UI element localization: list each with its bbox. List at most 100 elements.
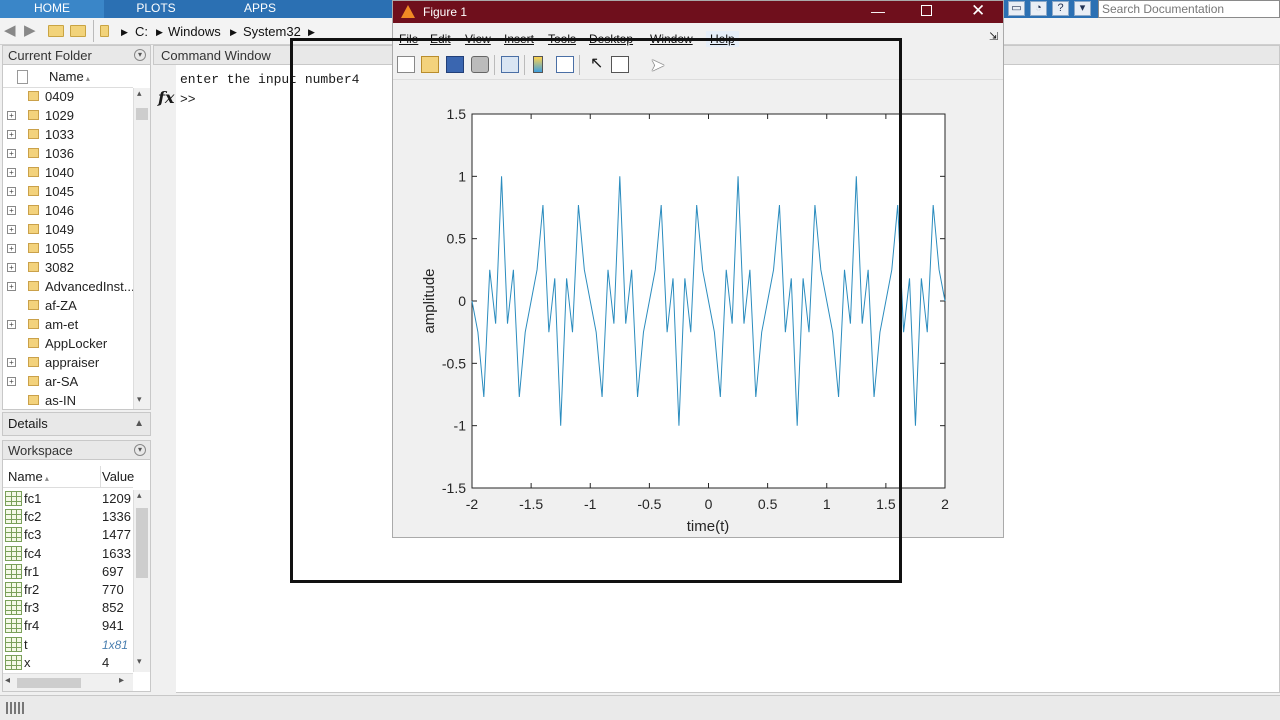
value-column-header[interactable]: Value: [102, 469, 134, 484]
folder-row[interactable]: + ar-SA: [3, 372, 133, 391]
workspace-row[interactable]: fr3 852: [3, 599, 133, 617]
ws-name-col: Name: [8, 469, 43, 484]
expand-plus-icon[interactable]: +: [7, 225, 16, 234]
workspace-title-text: Workspace: [8, 443, 73, 458]
workspace-row[interactable]: fr1 697: [3, 563, 133, 581]
command-prompt[interactable]: >>: [180, 92, 196, 108]
workspace-row[interactable]: x4: [3, 654, 133, 672]
folder-icon: [28, 148, 39, 158]
name-column-label[interactable]: Name ▴: [49, 69, 90, 87]
help-icon[interactable]: ?: [1052, 1, 1069, 16]
folder-row[interactable]: +1045: [3, 182, 133, 201]
window-layout-icon[interactable]: ▭: [1008, 1, 1025, 16]
community-icon[interactable]: ◔: [1030, 1, 1047, 16]
tab-plots[interactable]: PLOTS: [104, 0, 208, 18]
folder-column-header[interactable]: Name ▴: [3, 66, 133, 88]
folder-row[interactable]: +1033: [3, 125, 133, 144]
hscroll-thumb[interactable]: [17, 678, 81, 688]
dock-arrow-icon[interactable]: ⇲: [989, 30, 998, 43]
forward-arrow-icon[interactable]: ▶: [24, 22, 36, 40]
folder-row[interactable]: +1036: [3, 144, 133, 163]
scroll-thumb[interactable]: [136, 108, 148, 120]
expand-plus-icon[interactable]: +: [7, 168, 16, 177]
panel-menu-icon[interactable]: ▾: [134, 49, 146, 61]
expand-plus-icon[interactable]: +: [7, 187, 16, 196]
folder-row[interactable]: +1046: [3, 201, 133, 220]
variable-icon: [5, 491, 22, 506]
folder-row[interactable]: + am-et: [3, 315, 133, 334]
up-folder-icon[interactable]: [48, 25, 64, 37]
folder-row[interactable]: +3082: [3, 258, 133, 277]
panel-menu-icon[interactable]: ▾: [134, 444, 146, 456]
breadcrumb-windows[interactable]: Windows: [168, 24, 221, 40]
scroll-down-icon[interactable]: ▾: [137, 656, 142, 667]
fx-function-browser-icon[interactable]: fx: [158, 88, 174, 107]
breadcrumb-drive[interactable]: C:: [135, 24, 148, 40]
expand-plus-icon[interactable]: +: [7, 206, 16, 215]
folder-name: 1046: [45, 203, 74, 218]
divider: [100, 466, 101, 488]
expand-plus-icon[interactable]: +: [7, 244, 16, 253]
folder-name: AppLocker: [45, 336, 108, 351]
workspace-row[interactable]: fc2 1336: [3, 508, 133, 526]
workspace-row[interactable]: fc1 1209: [3, 490, 133, 508]
search-documentation-input[interactable]: Search Documentation: [1098, 0, 1280, 18]
name-column-header[interactable]: Name ▴: [8, 469, 49, 484]
minimize-icon[interactable]: —: [871, 2, 885, 20]
scroll-up-icon[interactable]: ▴: [137, 490, 142, 501]
folder-name: 1049: [45, 222, 74, 237]
folder-row[interactable]: +1055: [3, 239, 133, 258]
scroll-left-icon[interactable]: ◂: [5, 675, 10, 686]
folder-row[interactable]: + AdvancedInst...: [3, 277, 135, 296]
expand-plus-icon[interactable]: +: [7, 282, 16, 291]
folder-row[interactable]: +1049: [3, 220, 133, 239]
expand-plus-icon[interactable]: +: [7, 263, 16, 272]
scroll-right-icon[interactable]: ▸: [119, 675, 124, 686]
folder-row[interactable]: as-IN: [3, 391, 133, 410]
details-panel-header[interactable]: Details ▲: [2, 412, 151, 436]
folder-row[interactable]: 0409: [3, 87, 133, 106]
expand-plus-icon[interactable]: +: [7, 111, 16, 120]
workspace-scrollbar[interactable]: ▴ ▾: [133, 490, 150, 672]
figure-titlebar[interactable]: Figure 1 — ✕: [393, 1, 1003, 23]
expand-plus-icon[interactable]: +: [7, 130, 16, 139]
folder-name: as-IN: [45, 393, 77, 408]
close-icon[interactable]: ✕: [971, 1, 985, 21]
folder-row[interactable]: +1040: [3, 163, 133, 182]
folder-name: 1040: [45, 165, 74, 180]
workspace-row[interactable]: fr4 941: [3, 617, 133, 635]
folder-row[interactable]: + appraiser: [3, 353, 133, 372]
expand-plus-icon[interactable]: +: [7, 320, 16, 329]
expand-plus-icon[interactable]: +: [7, 377, 16, 386]
folder-row[interactable]: AppLocker: [3, 334, 133, 353]
variable-name: fr1: [24, 563, 40, 579]
folder-icon: [28, 357, 39, 367]
variable-icon: [5, 654, 22, 670]
tab-home[interactable]: HOME: [0, 0, 104, 18]
scroll-up-icon[interactable]: ▴: [137, 88, 142, 99]
horizontal-scrollbar[interactable]: ◂ ▸: [3, 673, 133, 691]
maximize-icon[interactable]: [921, 5, 932, 16]
scroll-down-icon[interactable]: ▾: [137, 394, 142, 405]
workspace-row[interactable]: fc4 1633: [3, 545, 133, 563]
status-grip-icon: [6, 702, 24, 714]
name-column-text: Name: [49, 69, 84, 84]
tab-apps[interactable]: APPS: [208, 0, 312, 18]
folder-row[interactable]: +1029: [3, 106, 133, 125]
expand-plus-icon[interactable]: +: [7, 149, 16, 158]
folder-icon: [28, 319, 39, 329]
workspace-row[interactable]: fr2 770: [3, 581, 133, 599]
browse-folder-icon[interactable]: [70, 25, 86, 37]
dropdown-icon[interactable]: ▾: [1074, 1, 1091, 16]
folder-row[interactable]: af-ZA: [3, 296, 133, 315]
workspace-row[interactable]: fc3 1477: [3, 526, 133, 544]
scroll-thumb[interactable]: [136, 508, 148, 578]
workspace-row[interactable]: t 1x81: [3, 636, 133, 654]
folder-scrollbar[interactable]: ▴ ▾: [133, 88, 150, 409]
back-arrow-icon[interactable]: ◀: [4, 22, 16, 40]
variable-icon: [5, 545, 22, 561]
expand-up-icon[interactable]: ▲: [134, 413, 144, 435]
expand-plus-icon[interactable]: +: [7, 358, 16, 367]
variable-value: 1209: [102, 491, 131, 506]
current-folder-title-text: Current Folder: [8, 48, 92, 63]
